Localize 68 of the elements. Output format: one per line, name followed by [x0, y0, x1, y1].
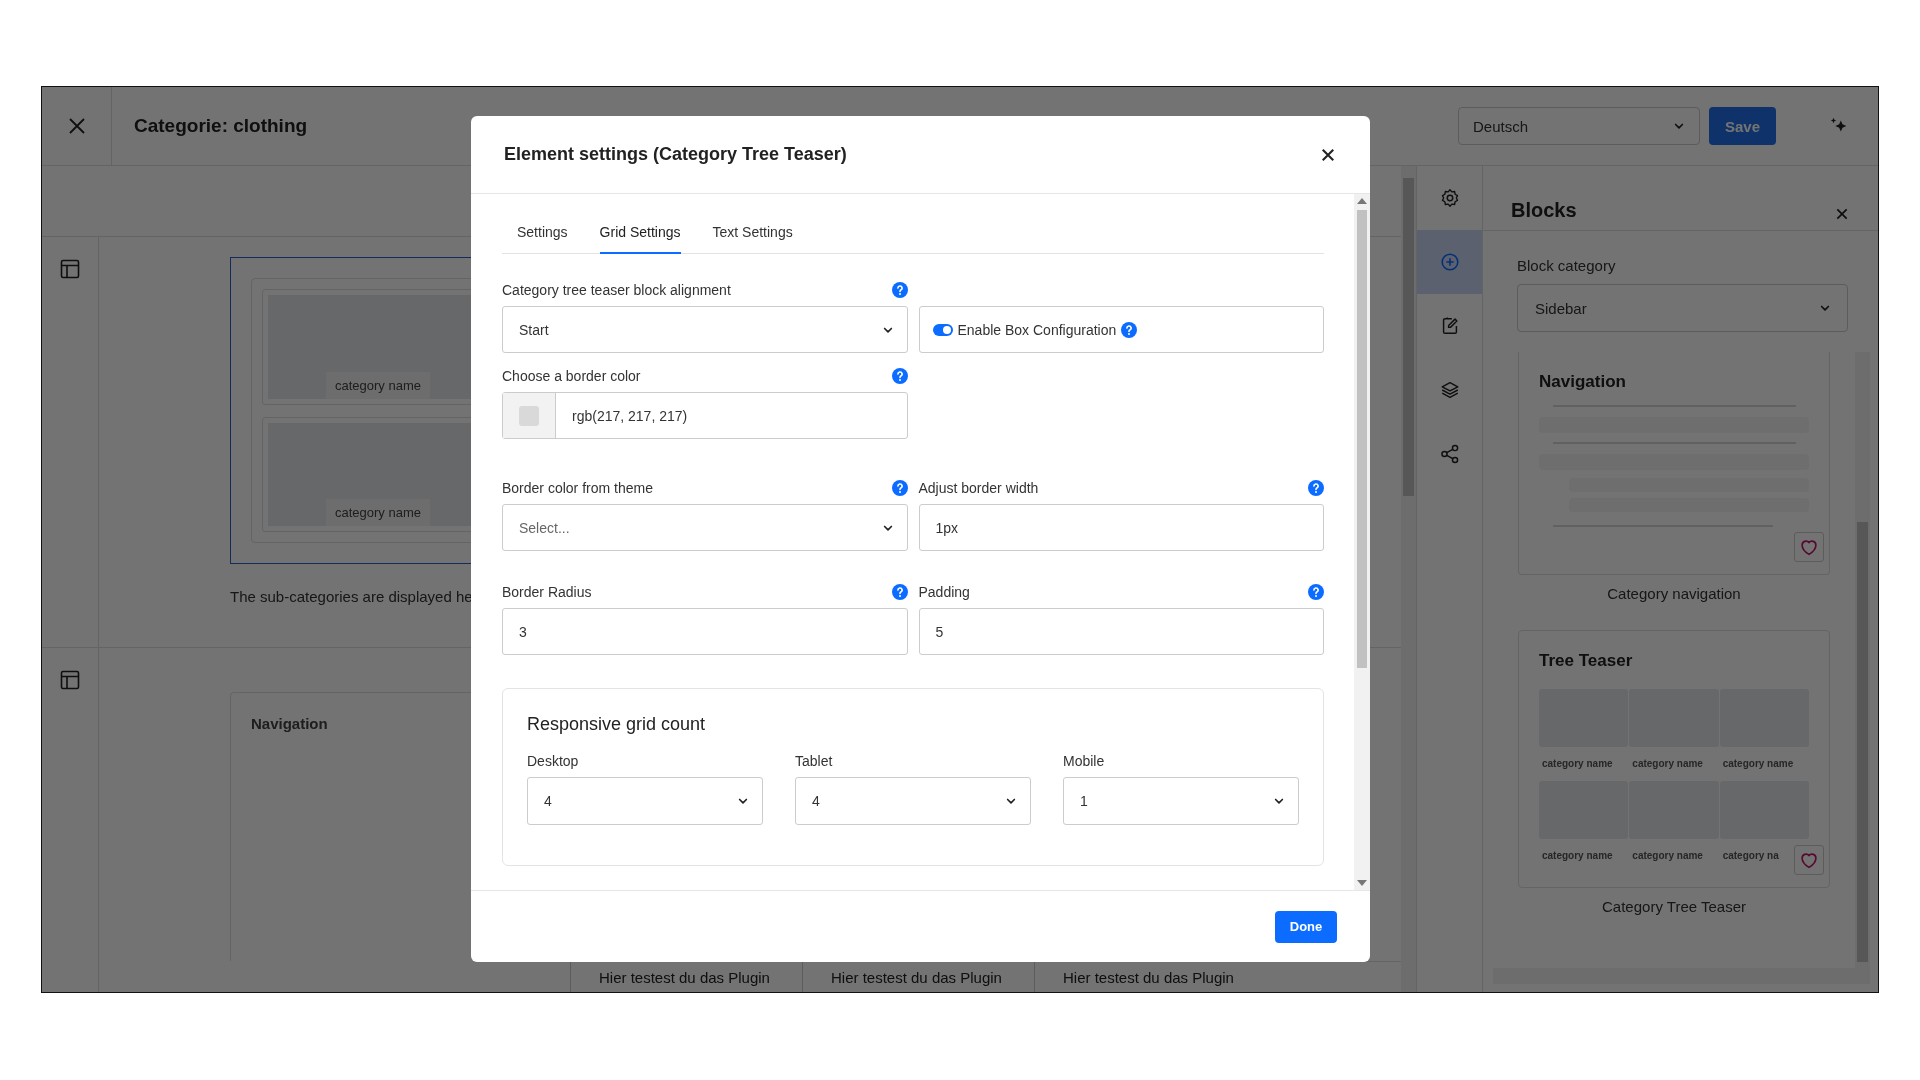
- tab[interactable]: Settings: [517, 212, 568, 254]
- scroll-down-icon[interactable]: [1357, 880, 1367, 886]
- color-swatch[interactable]: [519, 405, 539, 426]
- scrollbar[interactable]: [1354, 194, 1370, 890]
- category-label: category name: [326, 371, 430, 399]
- select-field[interactable]: Start: [502, 306, 908, 353]
- select-field[interactable]: Sidebar: [1517, 284, 1848, 332]
- edit-icon: [1442, 316, 1458, 335]
- field-label: Block category: [1517, 257, 1617, 274]
- category-label: category name: [1542, 758, 1613, 769]
- category-label: category name: [326, 499, 430, 526]
- scrollbar[interactable]: [1401, 166, 1416, 992]
- category-label: category name: [1632, 850, 1703, 861]
- select-field[interactable]: 1: [1063, 777, 1299, 825]
- help-icon[interactable]: [891, 480, 908, 496]
- done-button[interactable]: Done: [1275, 910, 1337, 943]
- block-title: Navigation: [1539, 372, 1627, 392]
- category-label: category na: [1722, 850, 1779, 861]
- field-label: Choose a border color: [502, 368, 641, 384]
- panel-title: Blocks: [1511, 199, 1577, 222]
- page-title: Categorie: clothing: [134, 115, 308, 137]
- block-title: Tree Teaser: [1539, 651, 1634, 671]
- block-caption: Category Tree Teaser: [1602, 898, 1746, 915]
- help-icon[interactable]: [1308, 584, 1324, 600]
- help-icon[interactable]: [1121, 321, 1138, 338]
- tab[interactable]: Text Settings: [712, 212, 793, 254]
- category-label: category name: [1632, 758, 1703, 769]
- select-field[interactable]: 4: [527, 777, 763, 825]
- close-icon[interactable]: [1834, 206, 1850, 222]
- share-icon: [1440, 444, 1458, 464]
- field-label: Border color from theme: [502, 480, 653, 496]
- help-icon[interactable]: [891, 368, 908, 384]
- field-label: Adjust border width: [918, 480, 1039, 496]
- scrollbar[interactable]: [1855, 352, 1870, 968]
- input-field[interactable]: 3: [502, 608, 908, 655]
- field-label: Padding: [918, 584, 970, 600]
- block-card[interactable]: Tree Teaser category name category name category name category name category name category na: [1518, 630, 1830, 888]
- category-label: category name: [1722, 758, 1794, 769]
- dialog-title: Element settings (Category Tree Teaser): [504, 144, 847, 165]
- field-label: Mobile: [1063, 753, 1106, 769]
- settings-icon: [1441, 189, 1458, 207]
- favorite-button[interactable]: [1794, 532, 1824, 562]
- toggle-switch[interactable]: [932, 323, 953, 336]
- help-icon[interactable]: [891, 584, 908, 600]
- field-label: Border Radius: [502, 584, 592, 600]
- toggle-label: Enable Box Configuration: [957, 321, 1117, 338]
- scroll-up-icon[interactable]: [1357, 198, 1367, 204]
- select-field[interactable]: 4: [795, 777, 1031, 825]
- tab[interactable]: Grid Settings: [599, 212, 681, 254]
- field-label: Tablet: [795, 753, 834, 769]
- help-icon[interactable]: [891, 282, 908, 298]
- navigation-title: Navigation: [251, 715, 328, 732]
- description-text: The sub-categories are displayed he: [230, 588, 473, 605]
- help-icon[interactable]: [1308, 480, 1324, 496]
- add-icon: [1440, 253, 1459, 271]
- input-field[interactable]: 1px: [918, 504, 1324, 551]
- language-select[interactable]: Deutsch: [1458, 107, 1700, 145]
- layers-icon: [1440, 381, 1459, 399]
- block-caption: Category navigation: [1607, 585, 1741, 602]
- layout-icon[interactable]: [58, 668, 82, 692]
- category-label: category name: [1542, 850, 1613, 861]
- field-label: Desktop: [527, 753, 580, 769]
- color-field[interactable]: rgb(217, 217, 217): [502, 392, 908, 439]
- block-card[interactable]: Navigation: [1518, 352, 1830, 575]
- layout-icon[interactable]: [58, 257, 82, 281]
- input-field[interactable]: 5: [918, 608, 1324, 655]
- select-field[interactable]: Select...: [502, 504, 908, 551]
- favorite-button[interactable]: [1794, 845, 1824, 875]
